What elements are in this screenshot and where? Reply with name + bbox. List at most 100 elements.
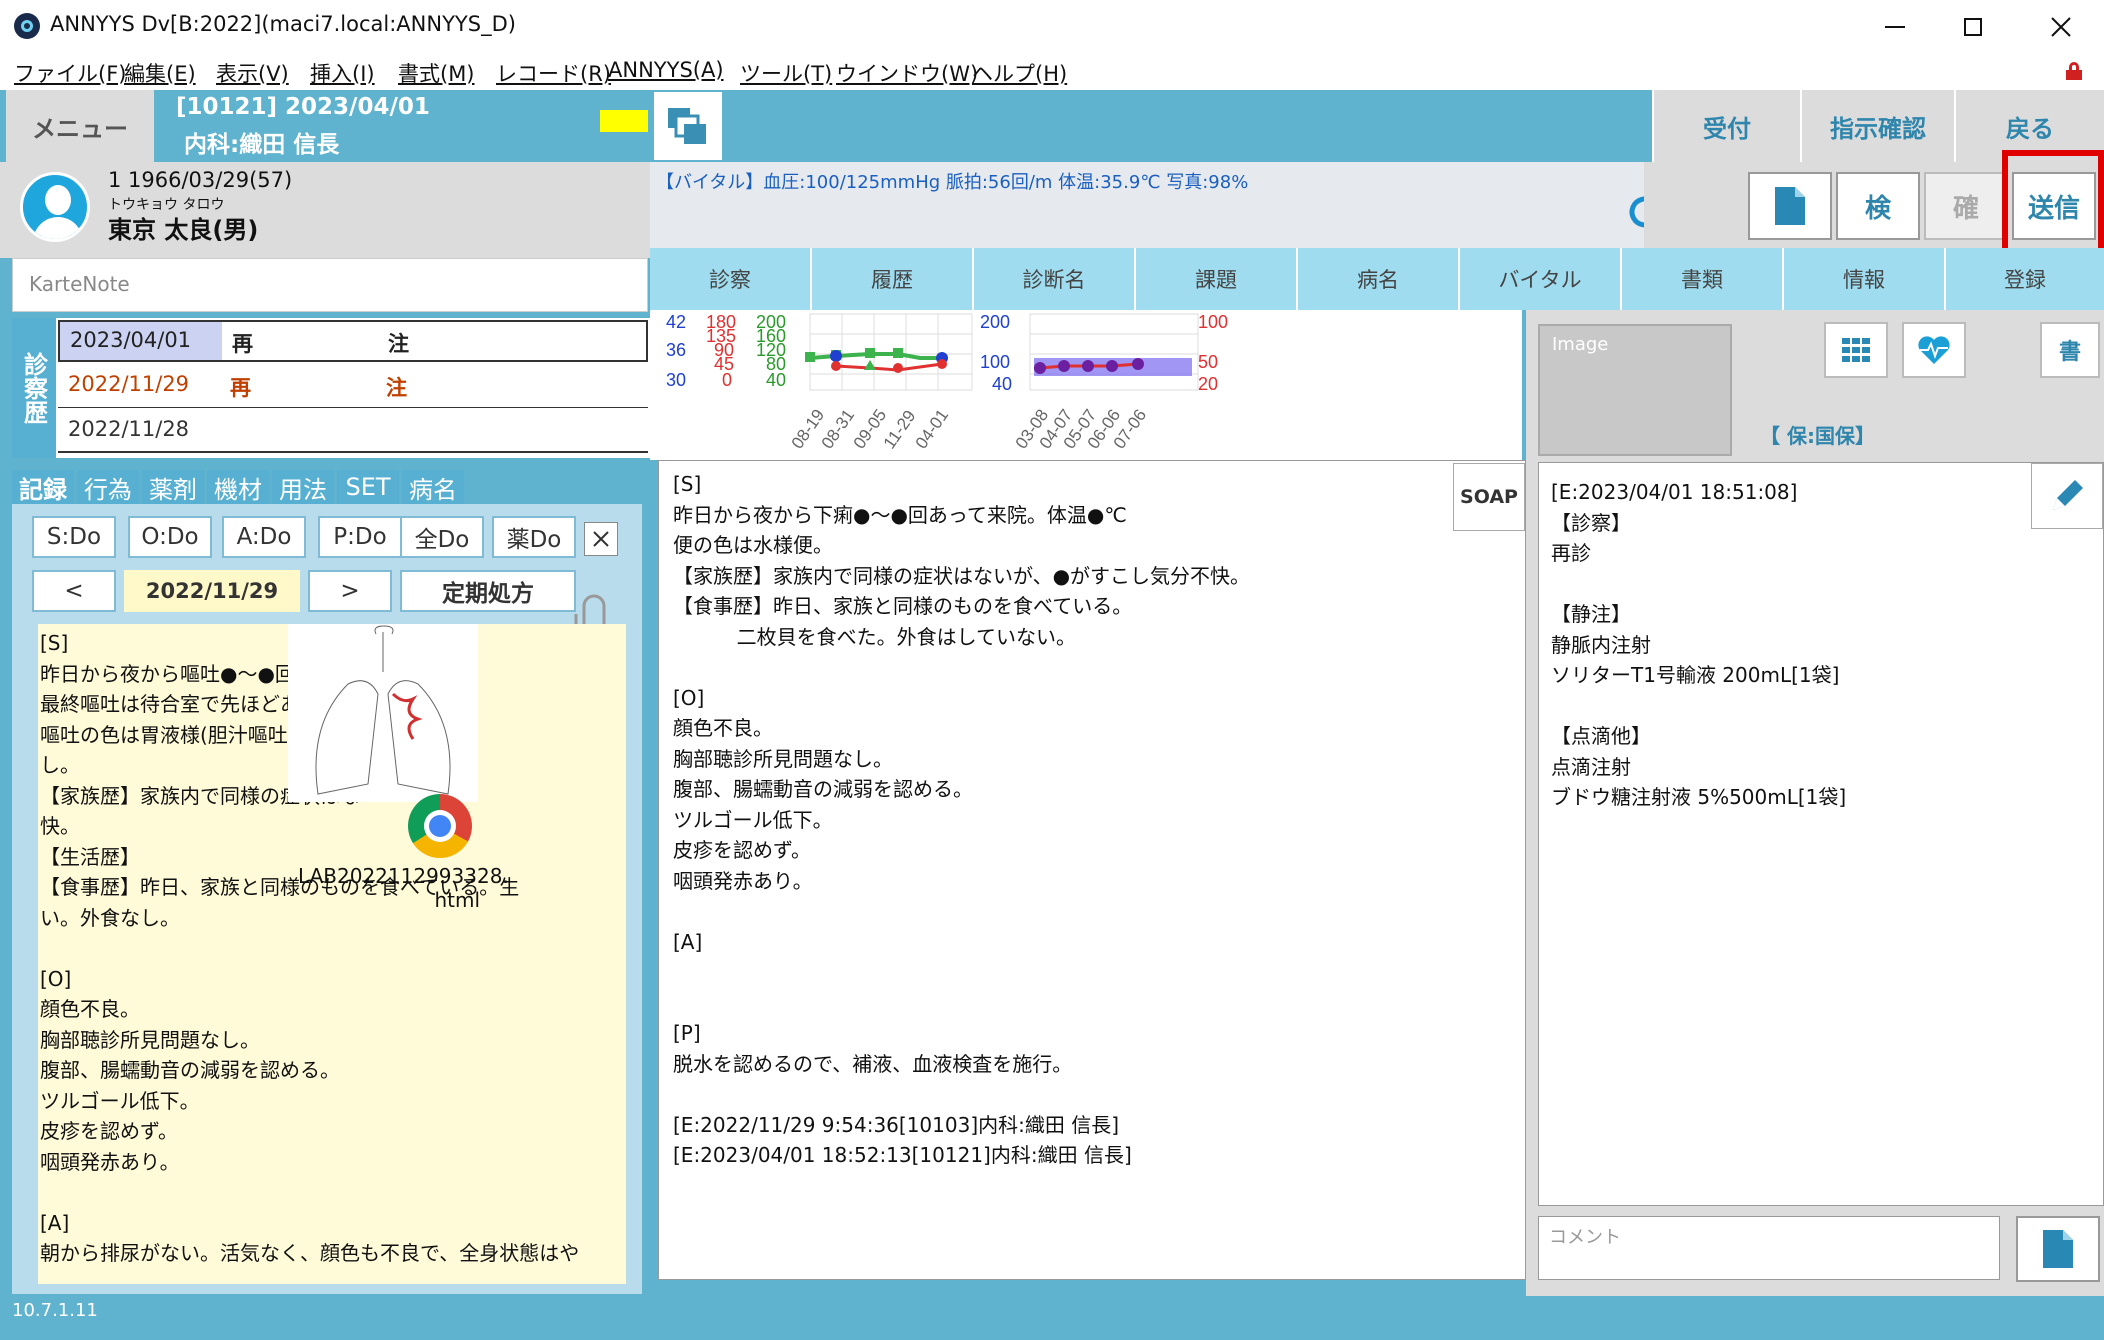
left-tab-set[interactable]: SET	[337, 470, 399, 504]
karte-note-placeholder: KarteNote	[29, 272, 130, 296]
confirm-button[interactable]: 確	[1924, 172, 2008, 240]
menu-window[interactable]: ウインドウ(W)	[836, 58, 978, 88]
close-icon	[593, 531, 609, 547]
tab-info[interactable]: 情報	[1784, 248, 1946, 310]
copy-window-button[interactable]	[652, 90, 724, 162]
karte-note-field[interactable]: KarteNote	[12, 258, 648, 312]
tick-label: 40	[766, 370, 786, 390]
tab-disease[interactable]: 病名	[1298, 248, 1460, 310]
tick-label: 200	[980, 312, 1010, 332]
history-date: 2022/11/29	[68, 372, 190, 396]
vitals-text: 【バイタル】血圧:100/125mmHg 脈拍:56回/m 体温:35.9℃ 写…	[656, 172, 1249, 193]
new-document-button[interactable]	[1748, 172, 1832, 240]
edit-button[interactable]	[2031, 463, 2103, 529]
left-record-panel: S:Do O:Do A:Do P:Do 全Do 薬Do < 2022/11/29…	[12, 504, 642, 1294]
history-row[interactable]: 2022/11/28	[58, 409, 648, 453]
history-row[interactable]: 2022/11/29 再 注	[58, 364, 648, 408]
version-label: 10.7.1.11	[12, 1300, 98, 1321]
menu-button[interactable]: メニュー	[0, 90, 154, 162]
menu-format[interactable]: 書式(M)	[398, 58, 475, 88]
visit-header: [10121] 2023/04/01 内科:織田 信長	[154, 90, 600, 162]
menu-annyys[interactable]: ANNYYS(A)	[608, 58, 724, 82]
history-row[interactable]: 2023/04/01 再 注	[58, 320, 648, 362]
close-button[interactable]	[2034, 0, 2088, 54]
left-tab-drug[interactable]: 薬剤	[142, 470, 204, 504]
tab-register[interactable]: 登録	[1946, 248, 2104, 310]
menu-tools[interactable]: ツール(T)	[740, 58, 832, 88]
menu-file[interactable]: ファイル(F)	[14, 58, 126, 88]
avatar	[20, 172, 90, 242]
reception-button[interactable]: 受付	[1652, 90, 1800, 162]
send-highlight	[2002, 150, 2104, 260]
menu-insert[interactable]: 挿入(I)	[310, 58, 375, 88]
p-do-button[interactable]: P:Do	[318, 516, 402, 558]
order-panel[interactable]: [E:2023/04/01 18:51:08] 【診察】 再診 【静注】 静脈内…	[1538, 462, 2104, 1206]
next-date-button[interactable]: >	[308, 570, 392, 612]
tick-label: 42	[666, 312, 686, 332]
visit-line: [10121] 2023/04/01	[176, 94, 430, 120]
left-tab-action[interactable]: 行為	[77, 470, 139, 504]
left-tab-record[interactable]: 記録	[12, 470, 74, 504]
tab-problems[interactable]: 課題	[1136, 248, 1298, 310]
clear-button[interactable]	[584, 522, 618, 556]
tick-label: 50	[1198, 352, 1218, 372]
copy-windows-icon	[668, 108, 706, 144]
tab-diagnosis[interactable]: 診断名	[974, 248, 1136, 310]
comment-field[interactable]: コメント	[1538, 1216, 2000, 1280]
menu-record[interactable]: レコード(R)	[496, 58, 611, 88]
charts-right-blank	[1252, 310, 1522, 460]
o-do-button[interactable]: O:Do	[128, 516, 212, 558]
vitals-bar: 【バイタル】血圧:100/125mmHg 脈拍:56回/m 体温:35.9℃ 写…	[650, 162, 1661, 248]
left-tab-disease[interactable]: 病名	[402, 470, 464, 504]
left-tabs: 記録 行為 薬剤 機材 用法 SET 病名	[12, 470, 650, 504]
tick-label: 100	[980, 352, 1010, 372]
tick-label: 08-31	[818, 406, 859, 453]
left-tab-usage[interactable]: 用法	[272, 470, 334, 504]
s-do-button[interactable]: S:Do	[32, 516, 116, 558]
document-icon	[2043, 1230, 2073, 1268]
menu-help[interactable]: ヘルプ(H)	[972, 58, 1067, 88]
exam-button[interactable]: 検	[1836, 172, 1920, 240]
chrome-icon[interactable]	[408, 794, 472, 858]
a-do-button[interactable]: A:Do	[222, 516, 306, 558]
history-side-label: 診察歴	[12, 318, 56, 458]
grid-view-button[interactable]	[1824, 322, 1888, 378]
soap-button[interactable]: SOAP	[1453, 463, 1525, 531]
insurance-label: 【 保:国保】	[1760, 424, 1875, 448]
current-date: 2022/11/29	[124, 570, 300, 612]
prev-date-button[interactable]: <	[32, 570, 116, 612]
periodic-prescription-button[interactable]: 定期処方	[400, 570, 576, 612]
record-note[interactable]: [S] 昨日から夜から嘔吐●～●回あっ 最終嘔吐は待合室で先ほどあった 嘔吐の色…	[38, 624, 626, 1284]
history-panel: 診察歴 2023/04/01 再 注 2022/11/29 再 注 2022/1…	[12, 318, 650, 458]
instruction-confirm-button[interactable]: 指示確認	[1800, 90, 1954, 162]
lock-icon[interactable]	[2066, 62, 2082, 80]
soap-text: [S] 昨日から夜から下痢●～●回あって来院。体温●℃ 便の色は水様便。 【家族…	[673, 472, 1251, 1167]
history-date: 2022/11/28	[68, 417, 190, 441]
tab-vitals[interactable]: バイタル	[1460, 248, 1622, 310]
minimize-button[interactable]	[1870, 0, 1920, 54]
tab-documents[interactable]: 書類	[1622, 248, 1784, 310]
left-tab-equipment[interactable]: 機材	[207, 470, 269, 504]
chart-point	[1058, 360, 1070, 372]
menu-edit[interactable]: 編集(E)	[124, 58, 196, 88]
all-do-button[interactable]: 全Do	[400, 516, 484, 558]
main-tabs: 診察 履歴 診断名 課題 病名 バイタル 書類 情報 登録	[650, 248, 2104, 310]
heart-monitor-button[interactable]	[1902, 322, 1966, 378]
menu-view[interactable]: 表示(V)	[216, 58, 289, 88]
soap-panel[interactable]: [S] 昨日から夜から下痢●～●回あって来院。体温●℃ 便の色は水様便。 【家族…	[658, 460, 1526, 1280]
pencil-icon	[2053, 480, 2083, 510]
tick-label: 0	[722, 370, 732, 390]
tab-history[interactable]: 履歴	[812, 248, 974, 310]
tab-exam[interactable]: 診察	[650, 248, 812, 310]
history-note: 注	[386, 376, 407, 400]
image-box[interactable]: Image	[1538, 324, 1732, 456]
lung-illustration[interactable]	[288, 624, 478, 802]
vitals-trend-chart[interactable]: 42 36 30 180 135 90 45 0 200 160 120 80 …	[650, 310, 1250, 460]
minimize-icon	[1885, 26, 1905, 28]
chart-point	[937, 359, 947, 369]
document-write-button[interactable]: 書	[2040, 322, 2100, 378]
drug-do-button[interactable]: 薬Do	[492, 516, 576, 558]
save-comment-button[interactable]	[2016, 1216, 2100, 1282]
maximize-button[interactable]	[1948, 0, 1998, 54]
history-note: 注	[388, 332, 409, 356]
